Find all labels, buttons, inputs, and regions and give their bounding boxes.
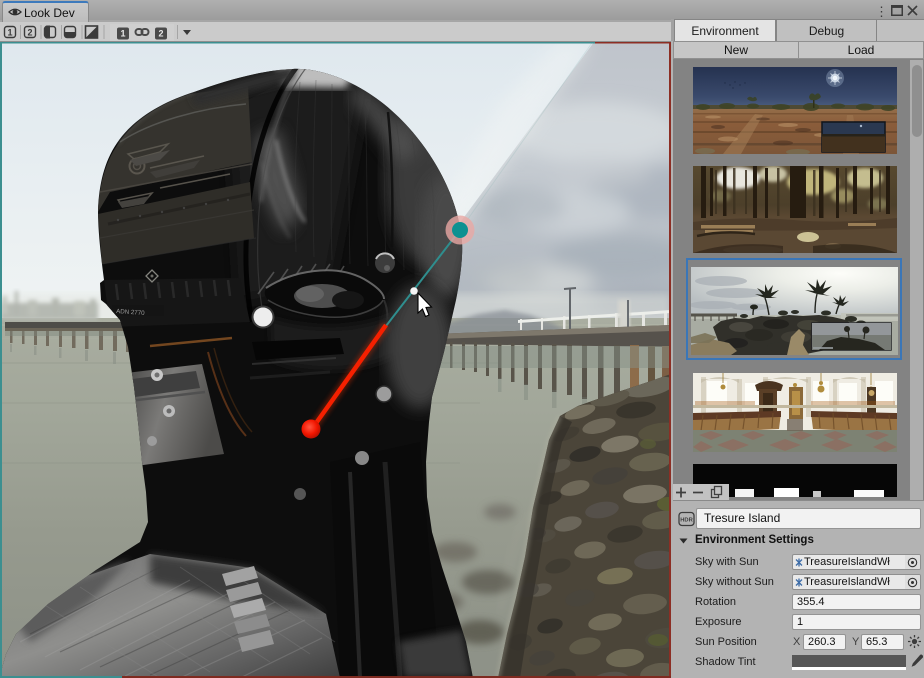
- svg-text:HDR: HDR: [680, 518, 693, 524]
- svg-text:2: 2: [158, 29, 163, 39]
- svg-text:2: 2: [27, 28, 32, 38]
- svg-text:1: 1: [120, 29, 125, 39]
- svg-text:1: 1: [7, 28, 12, 38]
